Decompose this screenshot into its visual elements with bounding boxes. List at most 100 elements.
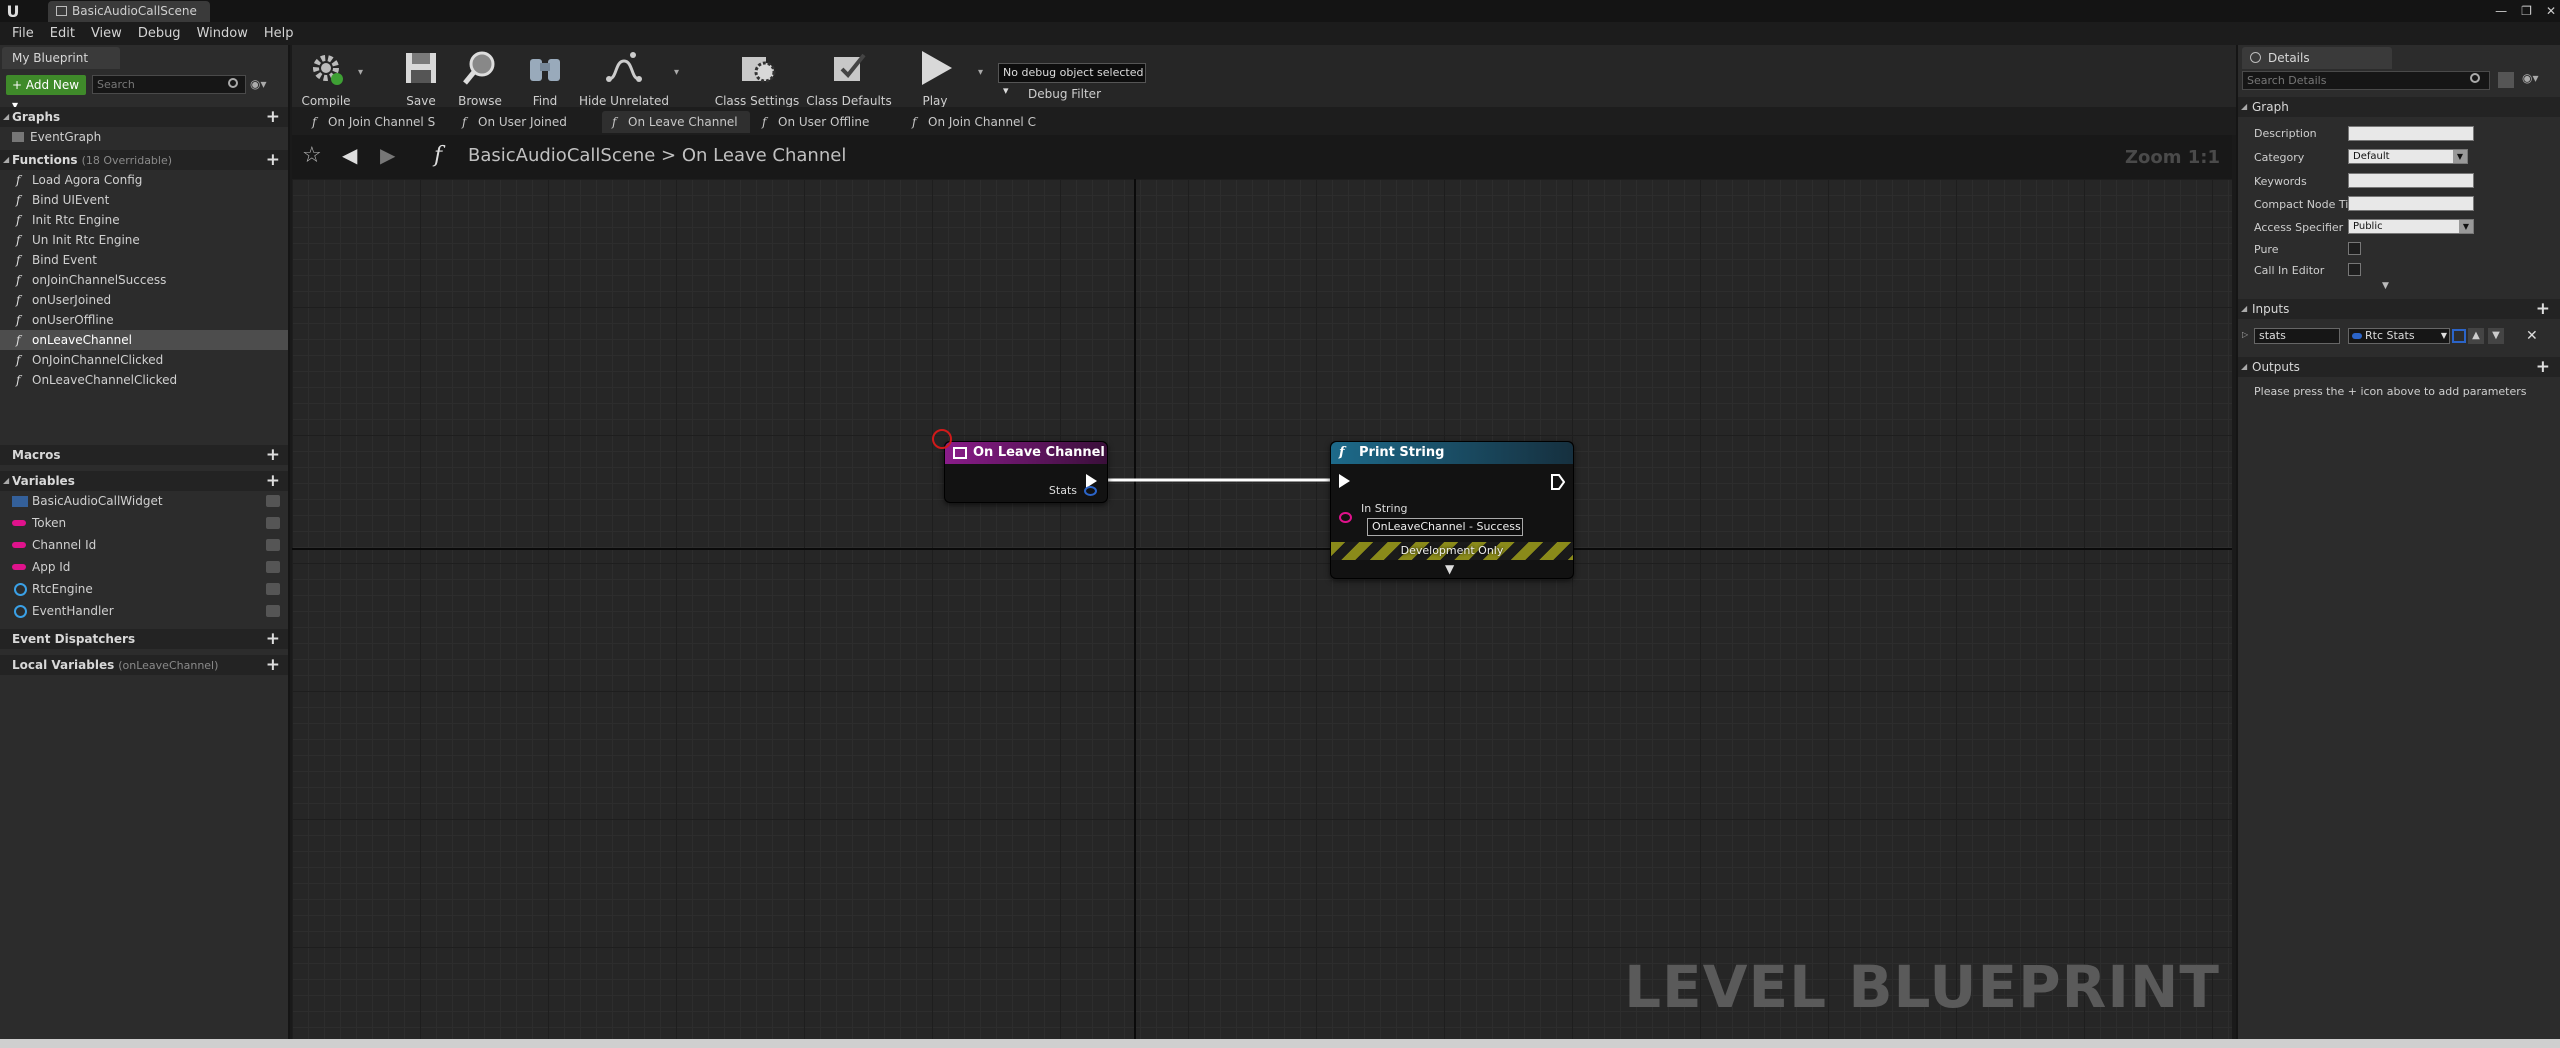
variable-item[interactable]: App Id xyxy=(0,557,288,577)
category-select[interactable]: Default ▼ xyxy=(2348,149,2468,164)
expand-input-icon[interactable]: ▷ xyxy=(2242,330,2248,339)
section-variables[interactable]: ◢ Variables + xyxy=(0,471,288,491)
visibility-eye-icon[interactable] xyxy=(266,539,280,551)
print-string-node[interactable]: f Print String In String OnLeaveChannel … xyxy=(1330,441,1574,579)
breadcrumb-root[interactable]: BasicAudioCallScene xyxy=(468,145,655,166)
add-variable-button[interactable]: + xyxy=(266,471,280,491)
on-leave-channel-entry-node[interactable]: On Leave Channel Stats xyxy=(944,441,1108,503)
function-item[interactable]: f onUserJoined xyxy=(0,290,288,310)
expand-chevron-icon[interactable]: ▼ xyxy=(1445,562,1454,576)
play-button[interactable]: Play xyxy=(910,45,960,108)
section-functions[interactable]: ◢ Functions (18 Overridable) + xyxy=(0,150,288,170)
breakpoint-marker[interactable] xyxy=(932,429,952,449)
search-input[interactable]: Search xyxy=(92,75,246,94)
section-macros[interactable]: Macros + xyxy=(0,445,288,465)
description-field[interactable] xyxy=(2348,126,2474,141)
visibility-eye-icon[interactable] xyxy=(266,561,280,573)
menu-file[interactable]: File xyxy=(4,22,42,45)
variable-item[interactable]: RtcEngine xyxy=(0,579,288,599)
compact-node-title-field[interactable] xyxy=(2348,196,2474,211)
add-graph-button[interactable]: + xyxy=(266,107,280,127)
variable-item[interactable]: BasicAudioCallWidget xyxy=(0,491,288,511)
add-function-button[interactable]: + xyxy=(266,150,280,170)
exec-out-pin[interactable] xyxy=(1551,474,1565,490)
add-output-button[interactable]: + xyxy=(2536,357,2550,377)
function-item[interactable]: f Init Rtc Engine xyxy=(0,210,288,230)
exec-in-pin[interactable] xyxy=(1339,474,1350,488)
visibility-eye-icon[interactable] xyxy=(266,495,280,507)
document-tab[interactable]: BasicAudioCallScene xyxy=(48,1,210,22)
function-item[interactable]: f Un Init Rtc Engine xyxy=(0,230,288,250)
add-local-variable-button[interactable]: + xyxy=(266,655,280,675)
list-item-eventgraph[interactable]: EventGraph xyxy=(0,127,288,147)
function-item[interactable]: f Bind Event xyxy=(0,250,288,270)
remove-input-icon[interactable]: ✕ xyxy=(2526,328,2538,344)
add-macro-button[interactable]: + xyxy=(266,445,280,465)
tab-on-join-channel-success[interactable]: f On Join Channel S xyxy=(302,111,450,133)
compile-options-chevron-icon[interactable]: ▾ xyxy=(358,67,363,78)
keywords-field[interactable] xyxy=(2348,173,2474,188)
tab-on-user-joined[interactable]: f On User Joined xyxy=(452,111,600,133)
function-item[interactable]: f onUserOffline xyxy=(0,310,288,330)
favorite-star-icon[interactable]: ☆ xyxy=(302,143,322,168)
hide-unrelated-button[interactable]: Hide Unrelated xyxy=(576,45,672,108)
function-item[interactable]: f OnJoinChannelClicked xyxy=(0,350,288,370)
section-outputs[interactable]: ◢ Outputs + xyxy=(2238,357,2560,377)
eye-icon[interactable]: ◉▾ xyxy=(2522,71,2539,85)
menu-view[interactable]: View xyxy=(83,22,130,45)
variable-item[interactable]: EventHandler xyxy=(0,601,288,621)
function-item[interactable]: f Bind UIEvent xyxy=(0,190,288,210)
tab-on-user-offline[interactable]: f On User Offline xyxy=(752,111,900,133)
save-button[interactable]: Save xyxy=(396,45,446,108)
search-details-input[interactable]: Search Details xyxy=(2242,71,2490,90)
menu-window[interactable]: Window xyxy=(189,22,256,45)
graph-canvas[interactable]: On Leave Channel Stats f Print String In… xyxy=(292,179,2232,1039)
visibility-eye-icon[interactable] xyxy=(266,517,280,529)
visibility-eye-icon[interactable] xyxy=(266,605,280,617)
hide-unrelated-chevron-icon[interactable]: ▾ xyxy=(674,67,679,78)
tab-on-join-channel-clicked[interactable]: f On Join Channel C xyxy=(902,111,1050,133)
compile-button[interactable]: Compile xyxy=(296,45,356,108)
play-options-chevron-icon[interactable]: ▾ xyxy=(978,67,983,78)
find-button[interactable]: Find xyxy=(520,45,570,108)
class-settings-button[interactable]: Class Settings xyxy=(712,45,802,108)
eye-icon[interactable]: ◉▾ xyxy=(250,77,267,91)
input-name-field[interactable]: stats xyxy=(2254,328,2340,344)
grid-view-icon[interactable] xyxy=(2498,72,2514,88)
function-item[interactable]: f onJoinChannelSuccess xyxy=(0,270,288,290)
tab-on-leave-channel[interactable]: f On Leave Channel xyxy=(602,111,750,133)
back-arrow-icon[interactable]: ◀ xyxy=(342,143,357,167)
add-dispatcher-button[interactable]: + xyxy=(266,629,280,649)
function-item[interactable]: f onLeaveChannel xyxy=(0,330,288,350)
section-graphs[interactable]: ◢ Graphs + xyxy=(0,107,288,127)
class-defaults-button[interactable]: Class Defaults xyxy=(804,45,894,108)
section-local-variables[interactable]: Local Variables (onLeaveChannel) + xyxy=(0,655,288,675)
section-graph[interactable]: ◢ Graph xyxy=(2238,97,2560,117)
tab-my-blueprint[interactable]: My Blueprint xyxy=(2,47,120,69)
menu-debug[interactable]: Debug xyxy=(130,22,189,45)
variable-item[interactable]: Channel Id xyxy=(0,535,288,555)
tab-details[interactable]: Details xyxy=(2242,47,2392,69)
variable-item[interactable]: Token xyxy=(0,513,288,533)
pure-checkbox[interactable] xyxy=(2348,242,2361,255)
add-input-button[interactable]: + xyxy=(2536,299,2550,319)
move-up-icon[interactable]: ▲ xyxy=(2468,328,2484,344)
advanced-expand-icon[interactable]: ▼ xyxy=(2382,281,2389,291)
forward-arrow-icon[interactable]: ▶ xyxy=(380,143,395,167)
call-in-editor-checkbox[interactable] xyxy=(2348,263,2361,276)
menu-edit[interactable]: Edit xyxy=(42,22,83,45)
input-type-select[interactable]: Rtc Stats ▼ xyxy=(2348,328,2450,344)
menu-help[interactable]: Help xyxy=(256,22,302,45)
in-string-input[interactable]: OnLeaveChannel - Success xyxy=(1367,518,1523,536)
close-window-button[interactable]: ✕ xyxy=(2546,4,2556,18)
section-inputs[interactable]: ◢ Inputs + xyxy=(2238,299,2560,319)
maximize-button[interactable]: ❐ xyxy=(2521,4,2532,18)
access-specifier-select[interactable]: Public ▼ xyxy=(2348,219,2474,234)
add-new-button[interactable]: + Add New ▾ xyxy=(6,75,86,112)
function-item[interactable]: f Load Agora Config xyxy=(0,170,288,190)
section-event-dispatchers[interactable]: Event Dispatchers + xyxy=(0,629,288,649)
visibility-eye-icon[interactable] xyxy=(266,583,280,595)
debug-object-select[interactable]: No debug object selected ▾ xyxy=(998,63,1146,97)
move-down-icon[interactable]: ▼ xyxy=(2488,328,2504,344)
minimize-button[interactable]: — xyxy=(2495,4,2507,18)
